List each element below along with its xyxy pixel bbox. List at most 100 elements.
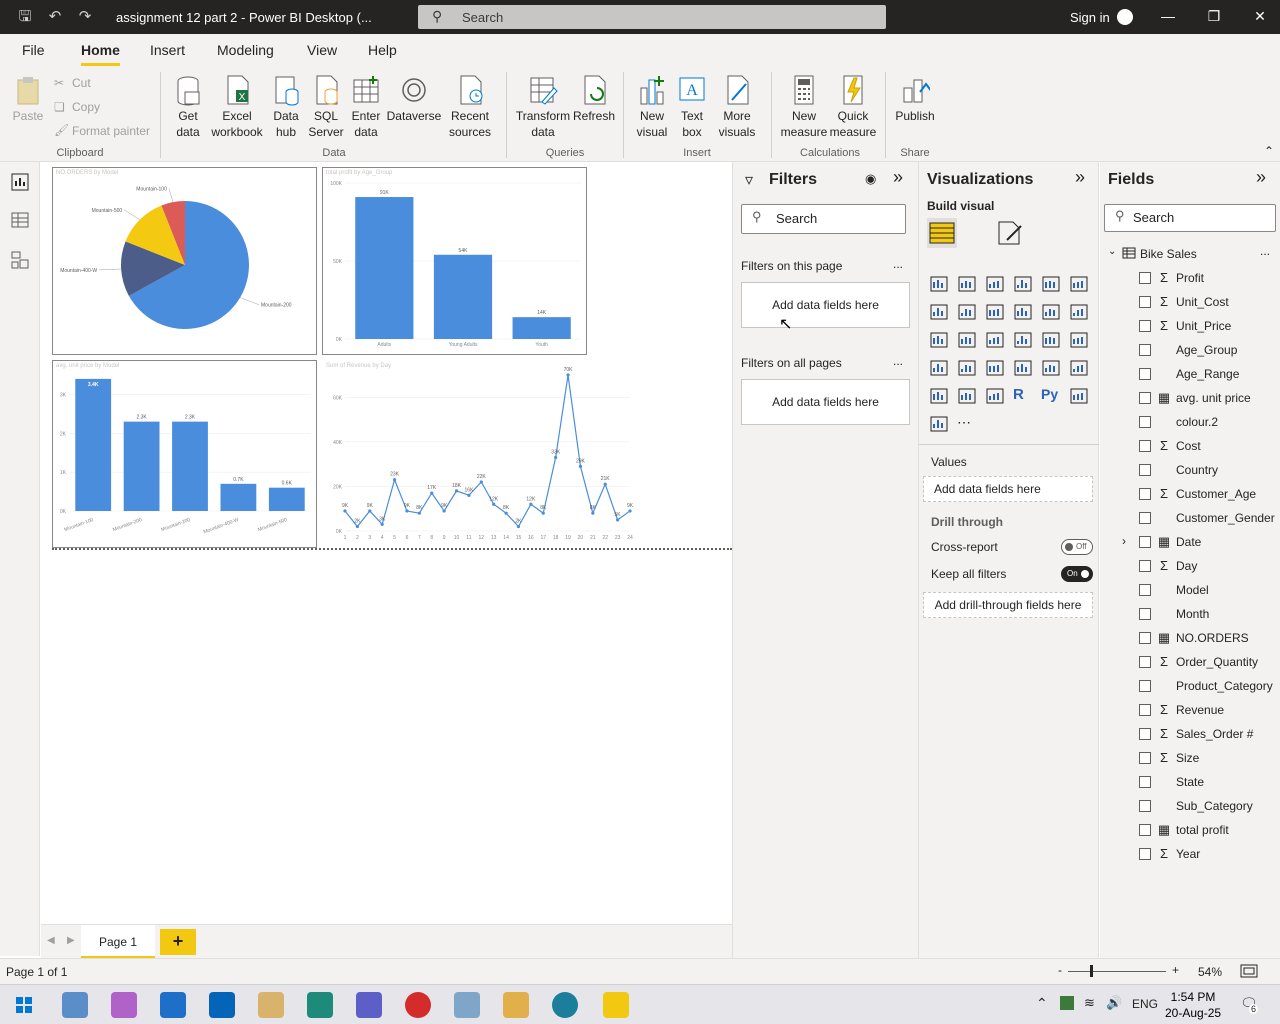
- calculator-app-icon[interactable]: [62, 992, 88, 1018]
- card-icon[interactable]: [1013, 358, 1033, 378]
- line-clustered-column-icon[interactable]: [1041, 302, 1061, 322]
- chrome-app-icon[interactable]: [552, 992, 578, 1018]
- copilot-app-icon[interactable]: [111, 992, 137, 1018]
- field-checkbox[interactable]: [1139, 656, 1151, 668]
- enter-data-button[interactable]: Enter data: [346, 74, 386, 140]
- report-canvas[interactable]: NO.ORDERS by Model Mountain-200 Mountain-…: [41, 162, 732, 924]
- field-item[interactable]: Σ Revenue: [1100, 698, 1280, 722]
- collapse-visualizations-icon[interactable]: »: [1075, 167, 1085, 188]
- funnel-icon[interactable]: [957, 330, 977, 350]
- recent-sources-button[interactable]: Recent sources: [442, 74, 498, 140]
- zoom-slider[interactable]: [1068, 971, 1166, 972]
- field-checkbox[interactable]: [1139, 704, 1151, 716]
- map-icon[interactable]: [929, 358, 949, 378]
- publish-button[interactable]: Publish: [893, 74, 937, 124]
- sign-in-link[interactable]: Sign in: [1070, 10, 1110, 25]
- zoom-out-button[interactable]: -: [1058, 963, 1062, 977]
- more-visuals-button[interactable]: More visuals: [712, 74, 762, 140]
- field-item[interactable]: Σ Sales_Order #: [1100, 722, 1280, 746]
- field-item[interactable]: Σ Unit_Cost: [1100, 290, 1280, 314]
- stacked-bar-icon[interactable]: [929, 274, 949, 294]
- restore-button[interactable]: ❐: [1204, 8, 1224, 25]
- field-item[interactable]: Country: [1100, 458, 1280, 482]
- tray-app-icon[interactable]: [1060, 996, 1074, 1010]
- 100-column-icon[interactable]: [1069, 274, 1089, 294]
- undo-icon[interactable]: ↶: [46, 8, 64, 26]
- windows-start-icon[interactable]: [16, 997, 32, 1013]
- page-tab-1[interactable]: Page 1: [81, 925, 155, 959]
- table-view-icon[interactable]: [8, 208, 32, 232]
- field-checkbox[interactable]: [1139, 464, 1151, 476]
- get-data-button[interactable]: Get data: [168, 74, 208, 140]
- eye-icon[interactable]: ◉: [865, 171, 876, 187]
- field-item[interactable]: colour.2: [1100, 410, 1280, 434]
- field-checkbox[interactable]: [1139, 536, 1151, 548]
- profit-bar-visual[interactable]: total profit by Age_Group 0K 50K 100K 91K Ad…: [322, 167, 587, 355]
- model-view-icon[interactable]: [8, 248, 32, 272]
- unit-price-bar-visual[interactable]: avg. unit price by Model 0K 1K 2K 3K 3.4K Mou…: [52, 360, 317, 548]
- 100-bar-icon[interactable]: [1041, 274, 1061, 294]
- field-checkbox[interactable]: [1139, 368, 1151, 380]
- field-checkbox[interactable]: [1139, 344, 1151, 356]
- gauge-icon[interactable]: [985, 358, 1005, 378]
- treemap-icon[interactable]: [1069, 330, 1089, 350]
- scatter-icon[interactable]: [985, 330, 1005, 350]
- field-checkbox[interactable]: [1139, 632, 1151, 644]
- field-item[interactable]: Model: [1100, 578, 1280, 602]
- cross-report-toggle[interactable]: Off: [1061, 539, 1093, 555]
- field-item[interactable]: Σ Order_Quantity: [1100, 650, 1280, 674]
- copy-button[interactable]: Copy: [72, 100, 100, 114]
- field-checkbox[interactable]: [1139, 824, 1151, 836]
- wifi-icon[interactable]: ≋: [1084, 995, 1095, 1011]
- field-checkbox[interactable]: [1139, 392, 1151, 404]
- line-column-icon[interactable]: [1013, 302, 1033, 322]
- chevron-up-icon[interactable]: ⌃: [1036, 995, 1048, 1012]
- language-indicator[interactable]: ENG: [1132, 997, 1158, 1011]
- zoom-slider-thumb[interactable]: [1090, 965, 1093, 977]
- more-options-icon[interactable]: ...: [893, 354, 903, 368]
- ribbon-chart-icon[interactable]: [1069, 302, 1089, 322]
- dataverse-button[interactable]: Dataverse: [386, 74, 442, 124]
- field-item[interactable]: Σ Year: [1100, 842, 1280, 866]
- tab-home[interactable]: Home: [81, 42, 120, 66]
- cut-button[interactable]: Cut: [72, 76, 91, 90]
- decomposition-tree-icon[interactable]: [1069, 386, 1089, 406]
- fit-to-page-icon[interactable]: [1240, 964, 1258, 978]
- volume-icon[interactable]: 🔊: [1106, 995, 1122, 1011]
- stacked-column-icon[interactable]: [957, 274, 977, 294]
- clustered-column-icon[interactable]: [1013, 274, 1033, 294]
- key-influencers-icon[interactable]: [929, 414, 949, 434]
- zoom-in-button[interactable]: +: [1172, 963, 1179, 977]
- field-item[interactable]: State: [1100, 770, 1280, 794]
- tab-insert[interactable]: Insert: [150, 42, 185, 58]
- field-checkbox[interactable]: [1139, 608, 1151, 620]
- text-box-button[interactable]: A Text box: [674, 74, 710, 140]
- teams-app-icon[interactable]: [356, 992, 382, 1018]
- outlook-app-icon[interactable]: [209, 992, 235, 1018]
- quick-measure-button[interactable]: Quick measure: [828, 74, 878, 140]
- new-visual-button[interactable]: New visual: [632, 74, 672, 140]
- donut-icon[interactable]: [1041, 330, 1061, 350]
- field-checkbox[interactable]: [1139, 272, 1151, 284]
- kpi-icon[interactable]: [1069, 358, 1089, 378]
- paint-app-icon[interactable]: [258, 992, 284, 1018]
- slicer-icon[interactable]: [929, 386, 949, 406]
- field-item[interactable]: Σ Size: [1100, 746, 1280, 770]
- stacked-area-icon[interactable]: [985, 302, 1005, 322]
- field-checkbox[interactable]: [1139, 512, 1151, 524]
- format-painter-button[interactable]: Format painter: [72, 124, 150, 138]
- redo-icon[interactable]: ↷: [76, 8, 94, 26]
- report-view-icon[interactable]: [8, 170, 32, 194]
- drill-through-drop-well[interactable]: Add drill-through fields here: [923, 592, 1093, 618]
- more-visuals-icon[interactable]: ⋯: [957, 414, 977, 434]
- matrix-icon[interactable]: [985, 386, 1005, 406]
- anydesk-app-icon[interactable]: [405, 992, 431, 1018]
- prev-page-icon[interactable]: ◀: [47, 935, 55, 946]
- field-item[interactable]: Month: [1100, 602, 1280, 626]
- multi-row-card-icon[interactable]: [1041, 358, 1061, 378]
- python-visual-icon[interactable]: Py: [1041, 386, 1061, 406]
- chevron-right-icon[interactable]: ›: [1122, 534, 1126, 548]
- field-checkbox[interactable]: [1139, 416, 1151, 428]
- revenue-line-visual[interactable]: Sum of Revenue by Day 0K 20K 40K 60K 9K 1 2K 2 9…: [322, 360, 634, 548]
- line-chart-icon[interactable]: [929, 302, 949, 322]
